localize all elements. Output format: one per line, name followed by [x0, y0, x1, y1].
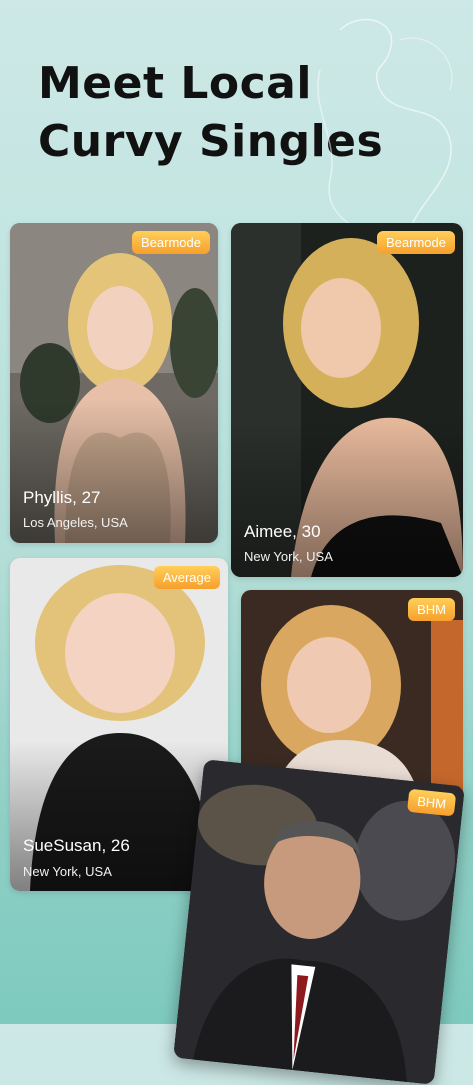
profile-location: New York, USA [244, 549, 333, 564]
profile-location: New York, USA [23, 864, 112, 879]
silhouette-line-art [317, 18, 453, 230]
badge-label: Average [153, 566, 220, 589]
profile-name-age: Aimee, 30 [244, 522, 321, 541]
profile-location: Los Angeles, USA [23, 515, 128, 530]
profile-card-phyllis[interactable]: Bearmode Phyllis, 27 Los Angeles, USA [10, 223, 218, 543]
profile-name-age: SueSusan, 26 [23, 836, 130, 855]
profile-card-bhm-man[interactable]: BHM [173, 759, 465, 1085]
profile-card-aimee[interactable]: Bearmode Aimee, 30 New York, USA [231, 223, 463, 577]
badge-label: Bearmode [377, 231, 455, 254]
badge-label: BHM [407, 788, 457, 817]
badge-label: BHM [408, 598, 455, 621]
badge-label: Bearmode [132, 231, 210, 254]
profile-name-age: Phyllis, 27 [23, 488, 101, 507]
